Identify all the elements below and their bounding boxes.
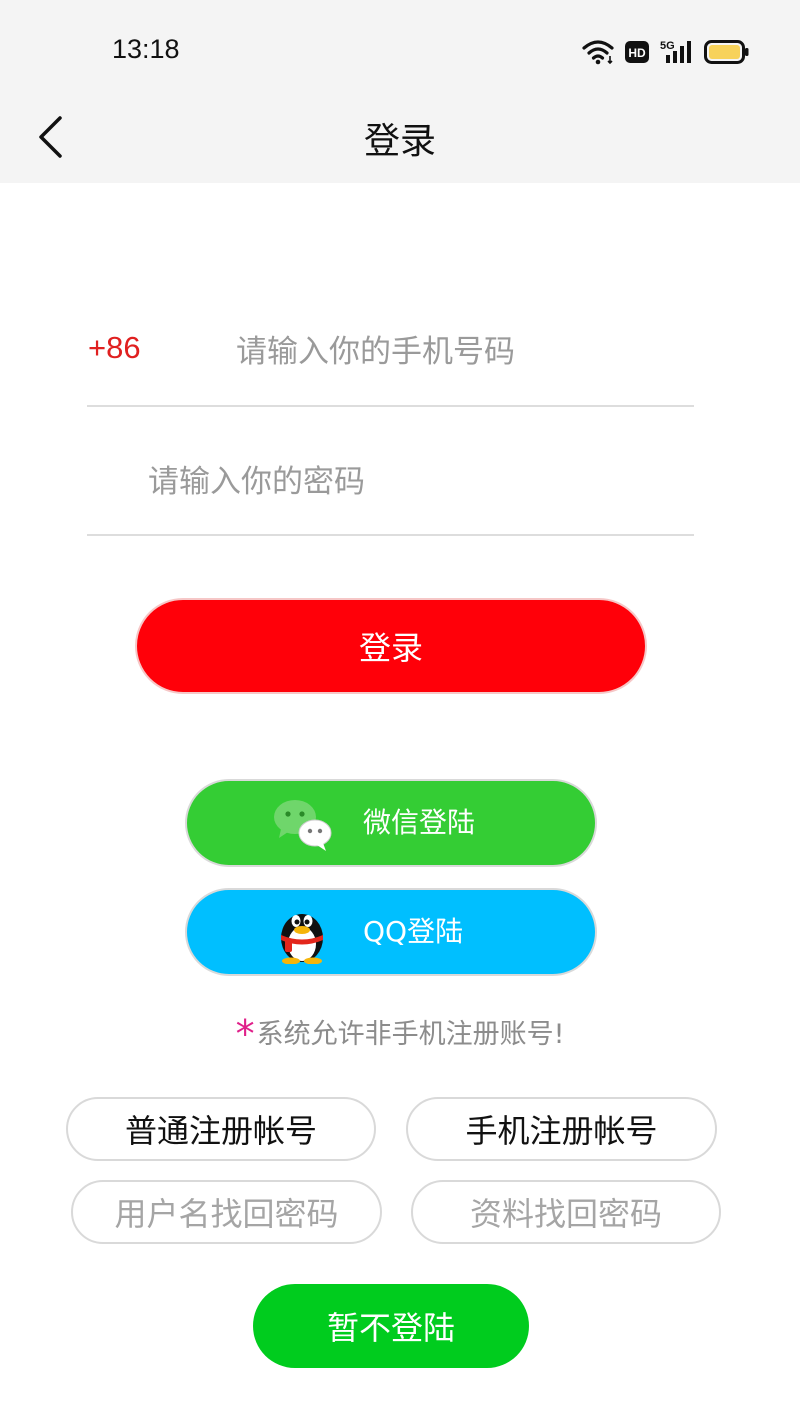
login-button-label: 登录 xyxy=(358,629,423,667)
phone-register-label: 手机注册帐号 xyxy=(465,1112,658,1150)
login-button[interactable]: 登录 xyxy=(135,598,647,694)
register-notice: *系统允许非手机注册账号! xyxy=(0,1012,800,1056)
status-bar: 13:18 HD 5G xyxy=(0,0,800,100)
password-divider xyxy=(87,534,694,536)
qq-login-label: QQ登陆 xyxy=(363,915,464,948)
wifi-icon xyxy=(582,40,614,65)
phone-input[interactable] xyxy=(236,326,694,378)
signal-5g-icon: 5G xyxy=(660,40,691,63)
normal-register-button[interactable]: 普通注册帐号 xyxy=(66,1097,376,1161)
skip-login-button[interactable]: 暂不登陆 xyxy=(253,1284,529,1368)
username-recover-label: 用户名找回密码 xyxy=(114,1195,339,1233)
country-code: +86 xyxy=(88,330,141,365)
profile-recover-button[interactable]: 资料找回密码 xyxy=(411,1180,721,1244)
phone-register-button[interactable]: 手机注册帐号 xyxy=(406,1097,717,1161)
status-icons: HD 5G xyxy=(582,36,750,68)
profile-recover-label: 资料找回密码 xyxy=(469,1195,662,1233)
notice-text: 系统允许非手机注册账号! xyxy=(256,1019,565,1050)
qq-login-button[interactable]: QQ登陆 xyxy=(185,888,597,976)
battery-icon xyxy=(704,40,749,64)
password-input[interactable] xyxy=(148,456,694,508)
page-title: 登录 xyxy=(363,121,436,162)
wechat-login-label: 微信登陆 xyxy=(363,806,476,839)
skip-login-label: 暂不登陆 xyxy=(326,1309,455,1347)
nav-bar: 登录 xyxy=(0,100,800,183)
hd-label: HD xyxy=(628,46,646,60)
wechat-login-button[interactable]: 微信登陆 xyxy=(185,779,597,867)
username-recover-button[interactable]: 用户名找回密码 xyxy=(71,1180,382,1244)
notice-star: * xyxy=(235,1012,255,1056)
hd-icon: HD xyxy=(625,41,649,63)
network-label: 5G xyxy=(660,40,675,52)
wechat-icon xyxy=(274,800,332,851)
normal-register-label: 普通注册帐号 xyxy=(124,1112,317,1150)
qq-penguin-icon xyxy=(281,914,323,964)
phone-divider xyxy=(87,405,694,407)
status-time: 13:18 xyxy=(112,34,180,64)
